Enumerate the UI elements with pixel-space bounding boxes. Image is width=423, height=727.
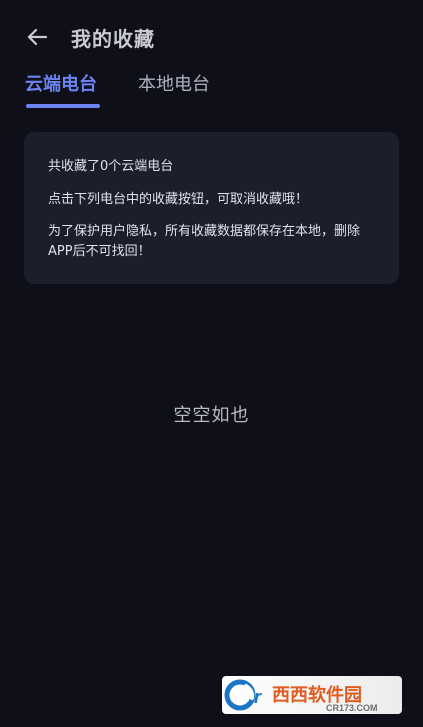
tab-local-stations[interactable]: 本地电台	[138, 72, 210, 98]
favorite-hint-text: 点击下列电台中的收藏按钮，可取消收藏哦！	[48, 192, 309, 207]
arrow-left-icon	[26, 27, 48, 51]
empty-state-text: 空空如也	[173, 405, 250, 426]
privacy-notice-text: 为了保护用户隐私，所有收藏数据都保存在本地，删除APP后不可找回！	[48, 224, 361, 259]
svg-text:r: r	[254, 687, 262, 707]
active-tab-indicator	[26, 104, 100, 108]
back-button[interactable]	[20, 24, 54, 54]
favorite-count-text: 共收藏了0个云端电台	[48, 159, 174, 174]
site-watermark: r 西西软件园 CR173.COM	[222, 676, 402, 714]
tab-cloud-stations[interactable]: 云端电台	[25, 72, 97, 98]
cr-logo-icon: r	[224, 679, 262, 711]
favorites-info-card: 共收藏了0个云端电台 点击下列电台中的收藏按钮，可取消收藏哦！ 为了保护用户隐私…	[24, 132, 399, 284]
tab-bar: 云端电台 本地电台	[0, 68, 423, 112]
top-bar: 我的收藏	[0, 0, 423, 76]
watermark-domain-text: CR173.COM	[326, 703, 378, 713]
page-title: 我的收藏	[71, 27, 155, 51]
